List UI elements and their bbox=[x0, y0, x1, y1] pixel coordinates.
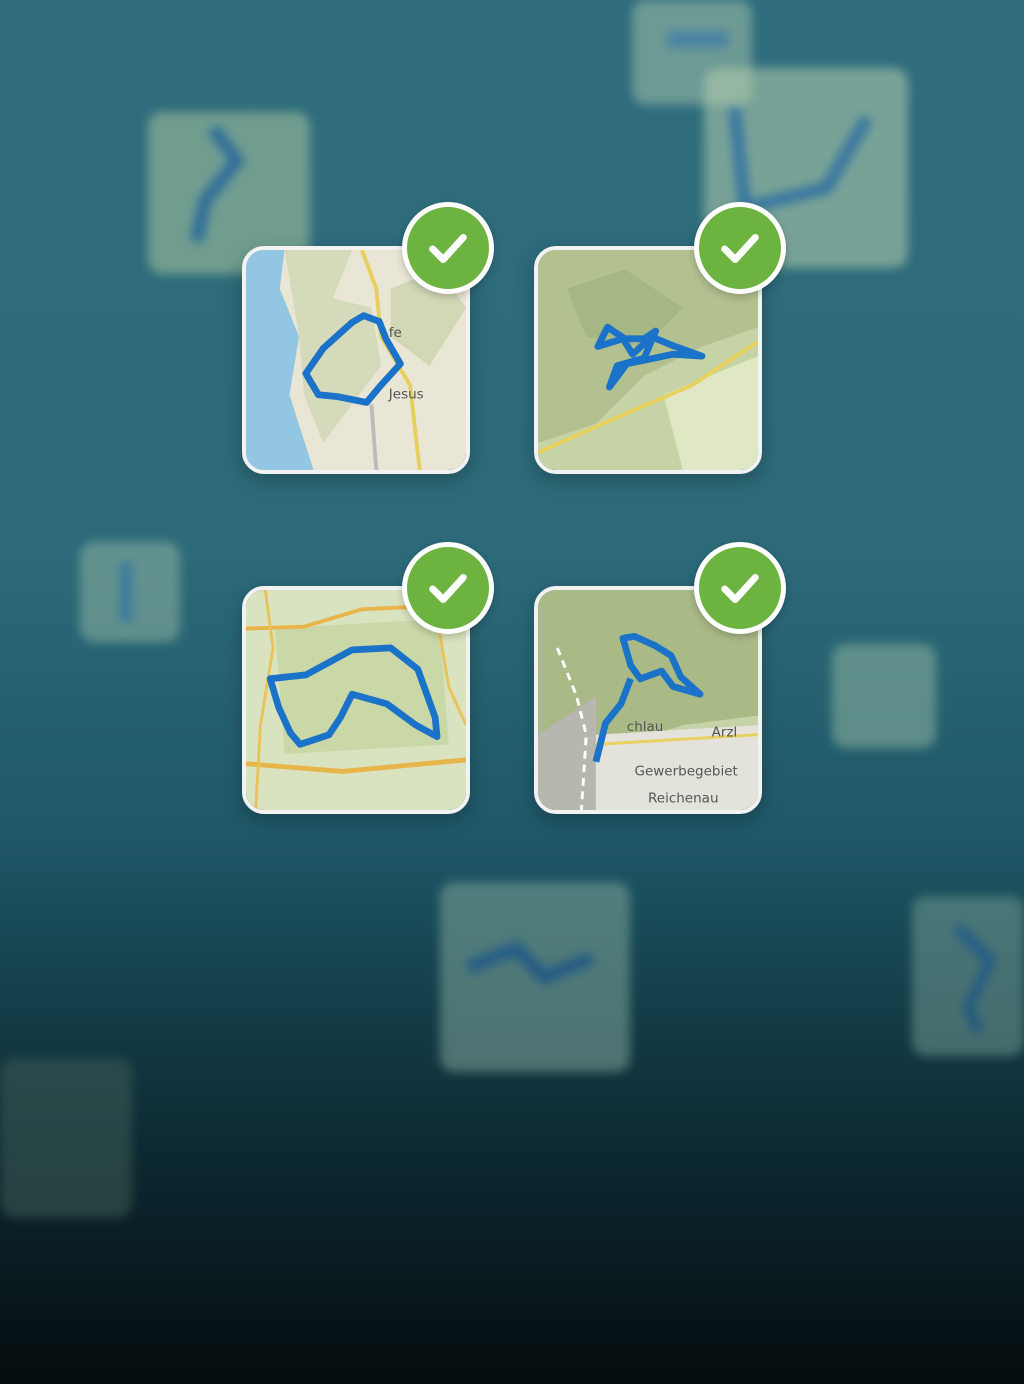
map-label: chlau bbox=[627, 719, 664, 735]
bg-tile-bottom-center bbox=[440, 882, 630, 1072]
check-badge-1[interactable] bbox=[402, 202, 494, 294]
bg-tile-bottom-right bbox=[912, 896, 1024, 1056]
check-icon bbox=[721, 234, 759, 263]
map-label: Gewerbegebiet bbox=[634, 763, 737, 779]
check-badge-3[interactable] bbox=[402, 542, 494, 634]
check-icon bbox=[429, 234, 467, 263]
check-icon bbox=[429, 574, 467, 603]
map-label: Jesus bbox=[388, 387, 424, 403]
bg-tile-mid-right bbox=[832, 644, 936, 748]
bg-tile-bottom-left bbox=[0, 1058, 132, 1218]
check-icon bbox=[721, 574, 759, 603]
bg-tile-mid-left bbox=[80, 542, 180, 642]
map-label: Reichenau bbox=[648, 790, 719, 806]
map-label: Arzl bbox=[712, 725, 738, 741]
map-label: fe bbox=[389, 325, 402, 341]
check-badge-4[interactable] bbox=[694, 542, 786, 634]
check-badge-2[interactable] bbox=[694, 202, 786, 294]
